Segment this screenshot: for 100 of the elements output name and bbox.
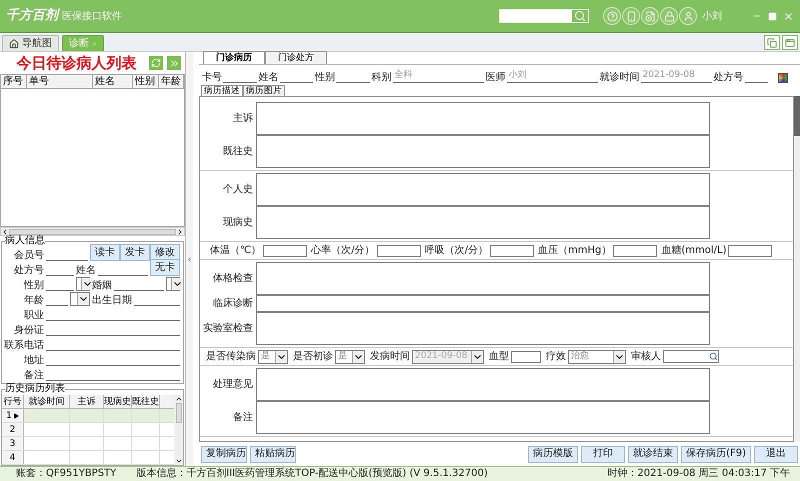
search-icon <box>709 352 718 361</box>
table-row[interactable]: 4 <box>2 451 174 465</box>
action-button[interactable]: 保存病历(F9) <box>681 446 751 462</box>
text-area[interactable] <box>256 295 710 312</box>
field-label: 备注 <box>232 412 254 422</box>
dropdown-field[interactable]: 是 <box>258 350 288 364</box>
action-button[interactable]: 无卡 <box>150 259 180 276</box>
field-label: 审核人 <box>631 352 661 362</box>
text-area[interactable] <box>256 401 710 434</box>
table-row[interactable]: 3 <box>2 437 174 451</box>
maximize-icon[interactable] <box>768 12 777 20</box>
action-button[interactable]: 打印 <box>581 446 626 462</box>
close-all-button[interactable] <box>764 35 780 50</box>
field-label: 疗效 <box>546 352 566 362</box>
input-field[interactable] <box>613 244 658 256</box>
text-area[interactable] <box>256 102 710 135</box>
input-field[interactable] <box>728 244 772 256</box>
document-clock-icon <box>644 10 656 22</box>
scroll-right-icon[interactable] <box>176 228 184 236</box>
dropdown-field[interactable] <box>166 277 180 291</box>
field-label: 年龄 <box>23 296 44 306</box>
column-header: 就诊时间 <box>24 395 70 408</box>
text-area[interactable] <box>256 173 710 206</box>
panel-title: 今日待诊病人列表 <box>15 52 138 74</box>
action-button[interactable]: 复制病历 <box>201 446 247 462</box>
row-number: 1 <box>2 409 24 422</box>
dropdown-field[interactable]: 治愈 <box>568 350 626 364</box>
field-label: 卡号 <box>202 73 222 83</box>
field-label: 现病史 <box>222 218 254 228</box>
search-field[interactable] <box>499 9 589 23</box>
text-area[interactable] <box>256 135 710 168</box>
action-button[interactable]: 粘贴病历 <box>250 446 296 462</box>
record-tab[interactable]: 门诊病历 <box>203 51 265 64</box>
row-number: 3 <box>2 437 24 450</box>
column-header: 年龄 <box>159 75 184 88</box>
action-button[interactable]: 读卡 <box>90 244 120 261</box>
document-clock-button[interactable] <box>641 7 659 25</box>
field-label: 血型 <box>489 352 509 362</box>
field-label: 血糖(mmol/L) <box>661 246 726 256</box>
help-button[interactable] <box>603 7 621 25</box>
sub-tab[interactable]: 病历描述 <box>201 85 243 96</box>
text-area[interactable] <box>256 312 710 345</box>
current-row-icon <box>12 412 19 418</box>
column-header: 单号 <box>27 75 93 88</box>
input-field[interactable] <box>263 244 308 256</box>
refresh-button[interactable] <box>149 56 163 70</box>
dropdown-field[interactable] <box>70 292 90 306</box>
field-label: 性别 <box>315 73 335 83</box>
scroll-up-icon[interactable] <box>174 395 182 403</box>
dropdown-field[interactable]: 是 <box>335 350 365 364</box>
field-label: 临床诊断 <box>212 298 254 308</box>
input-field[interactable] <box>376 244 421 256</box>
scroll-left-icon[interactable] <box>1 228 9 236</box>
clock-text: 时钟：2021-09-08 周三 04:03:17 下午 <box>607 469 790 479</box>
user-button[interactable] <box>679 7 697 25</box>
app-logo: 千方百剂 <box>6 6 58 26</box>
text-area[interactable] <box>256 368 710 401</box>
row-number: 2 <box>2 423 24 436</box>
field-label: 处理意见 <box>212 380 254 390</box>
close-icon[interactable] <box>783 10 794 22</box>
palette-icon[interactable] <box>778 73 788 83</box>
field-label: 既往史 <box>222 146 254 156</box>
column-header: 现病史 <box>104 395 132 408</box>
column-header: 序号 <box>1 75 27 88</box>
text-area[interactable] <box>256 262 710 295</box>
horizontal-scrollbar[interactable] <box>0 227 185 236</box>
action-button[interactable]: 就诊结束 <box>628 446 678 462</box>
phone-button[interactable] <box>622 7 640 25</box>
forward-button[interactable] <box>167 56 181 70</box>
help-icon <box>606 10 618 22</box>
field-label: 联系电话 <box>3 341 44 351</box>
action-button[interactable]: 发卡 <box>120 244 150 261</box>
field-label: 婚姻 <box>92 281 112 291</box>
field-label: 处方号 <box>13 266 44 276</box>
restore-button[interactable] <box>782 35 798 50</box>
field-label: 体温（℃） <box>210 246 262 256</box>
sub-tab[interactable]: 病历图片 <box>243 85 285 96</box>
input-field[interactable] <box>511 350 541 362</box>
text-area[interactable] <box>256 206 710 239</box>
table-row[interactable]: 1 <box>2 409 174 423</box>
vertical-scrollbar[interactable] <box>794 96 800 442</box>
field-label: 姓名 <box>76 266 96 276</box>
dropdown-field[interactable] <box>76 277 90 291</box>
lookup-field[interactable] <box>663 350 719 363</box>
field-label: 个人史 <box>222 184 254 194</box>
action-button[interactable]: 病历模版 <box>528 446 578 462</box>
record-tab[interactable]: 门诊处方 <box>265 51 327 64</box>
input-field[interactable] <box>490 244 534 256</box>
table-row[interactable]: 2 <box>2 423 174 437</box>
vertical-scrollbar[interactable] <box>174 395 183 465</box>
field-label: 会员号 <box>13 251 44 261</box>
action-button[interactable]: 退出 <box>754 446 798 462</box>
column-header: 主诉 <box>70 395 104 408</box>
scroll-down-icon[interactable] <box>174 457 182 465</box>
field-label: 实验室检查 <box>202 324 254 334</box>
lock-button[interactable] <box>660 7 678 25</box>
page-tab[interactable]: 导航图 <box>2 35 59 51</box>
field-label: 呼吸（次/分） <box>424 246 488 256</box>
field-label: 医师 <box>486 73 506 83</box>
field-label: 科别 <box>372 73 392 83</box>
